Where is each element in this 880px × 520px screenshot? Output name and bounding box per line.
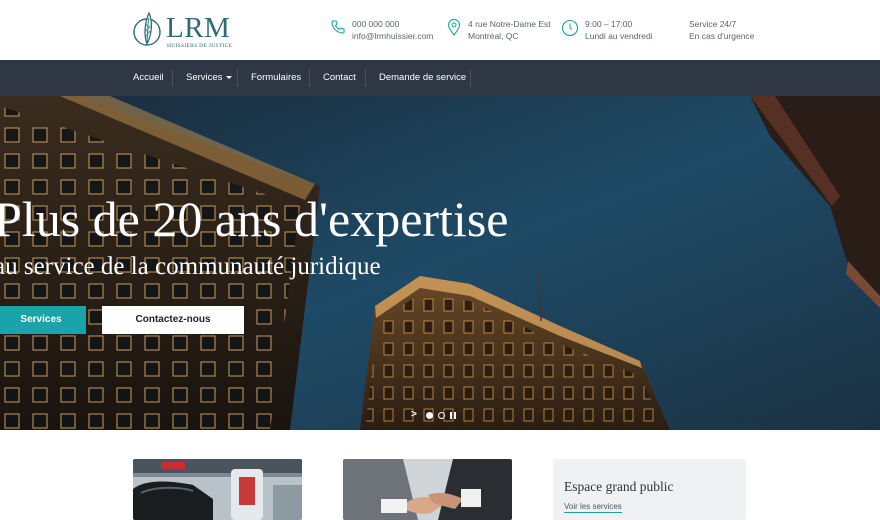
address-line-2: Montréal, QC: [468, 31, 519, 41]
nav-formulaires-label: Formulaires: [251, 72, 302, 83]
site-logo[interactable]: LRM HUISSIERS DE JUSTICE: [132, 10, 232, 52]
nav-services-label: Services: [186, 72, 223, 83]
card-public-space[interactable]: Espace grand public Voir les services: [553, 459, 746, 520]
nav-accueil[interactable]: Accueil: [133, 60, 164, 96]
nav-divider: [470, 69, 471, 87]
business-hours: 9:00 – 17:00 Lundi au vendredi: [561, 18, 671, 48]
nav-formulaires[interactable]: Formulaires: [251, 60, 301, 96]
card-image-car[interactable]: [133, 459, 302, 520]
service-emergency: En cas d'urgence: [689, 31, 755, 41]
hours-days: Lundi au vendredi: [585, 31, 653, 41]
phone-icon: [331, 20, 345, 34]
logo-wordmark: LRM: [166, 12, 231, 44]
logo-subtitle: HUISSIERS DE JUSTICE: [167, 43, 233, 49]
hero-title: Plus de 20 ans d'expertise: [0, 191, 509, 247]
card-title: Espace grand public: [564, 479, 674, 494]
nav-contact-label: Contact: [323, 72, 356, 83]
slide-dot-2[interactable]: [438, 412, 445, 419]
clock-icon: [561, 19, 579, 37]
slider-next-icon[interactable]: >: [411, 409, 419, 421]
email-address: info@lrmhuissier.com: [352, 31, 434, 41]
nav-services[interactable]: Services: [186, 60, 233, 96]
car-charging-photo: [133, 459, 302, 520]
nav-demande-de-service[interactable]: Demande de service: [379, 60, 466, 96]
nav-divider: [172, 69, 173, 87]
emergency-service: Service 24/7 En cas d'urgence: [689, 18, 779, 48]
nav-demande-label: Demande de service: [379, 72, 467, 83]
card-image-handshake[interactable]: [343, 459, 512, 520]
site-header: LRM HUISSIERS DE JUSTICE 000 000 000 inf…: [0, 0, 880, 60]
address-line-1: 4 rue Notre-Dame Est: [468, 19, 551, 29]
hero-slider: Plus de 20 ans d'expertise au service de…: [0, 96, 880, 430]
logo-leaf-icon: [133, 11, 161, 46]
main-nav: Accueil Services Formulaires Contact Dem…: [0, 60, 880, 96]
nav-contact[interactable]: Contact: [323, 60, 356, 96]
map-pin-icon: [447, 19, 461, 36]
service-24-7: Service 24/7: [689, 19, 737, 29]
slide-dot-1[interactable]: [426, 412, 433, 419]
nav-accueil-label: Accueil: [133, 72, 164, 83]
slider-pause-icon[interactable]: [450, 412, 457, 419]
contact-phone[interactable]: 000 000 000 info@lrmhuissier.com: [330, 18, 440, 48]
caret-down-icon: [226, 75, 233, 79]
hours-time: 9:00 – 17:00: [585, 19, 633, 29]
card-link[interactable]: Voir les services: [564, 502, 622, 513]
phone-number: 000 000 000: [352, 19, 400, 29]
nav-divider: [237, 69, 238, 87]
hero-subtitle: au service de la communauté juridique: [0, 253, 381, 280]
handshake-photo: [343, 459, 512, 520]
contact-button[interactable]: Contactez-nous: [102, 306, 244, 334]
services-button[interactable]: Services: [0, 306, 86, 334]
nav-divider: [365, 69, 366, 87]
nav-divider: [309, 69, 310, 87]
contact-address[interactable]: 4 rue Notre-Dame Est Montréal, QC: [446, 18, 556, 48]
